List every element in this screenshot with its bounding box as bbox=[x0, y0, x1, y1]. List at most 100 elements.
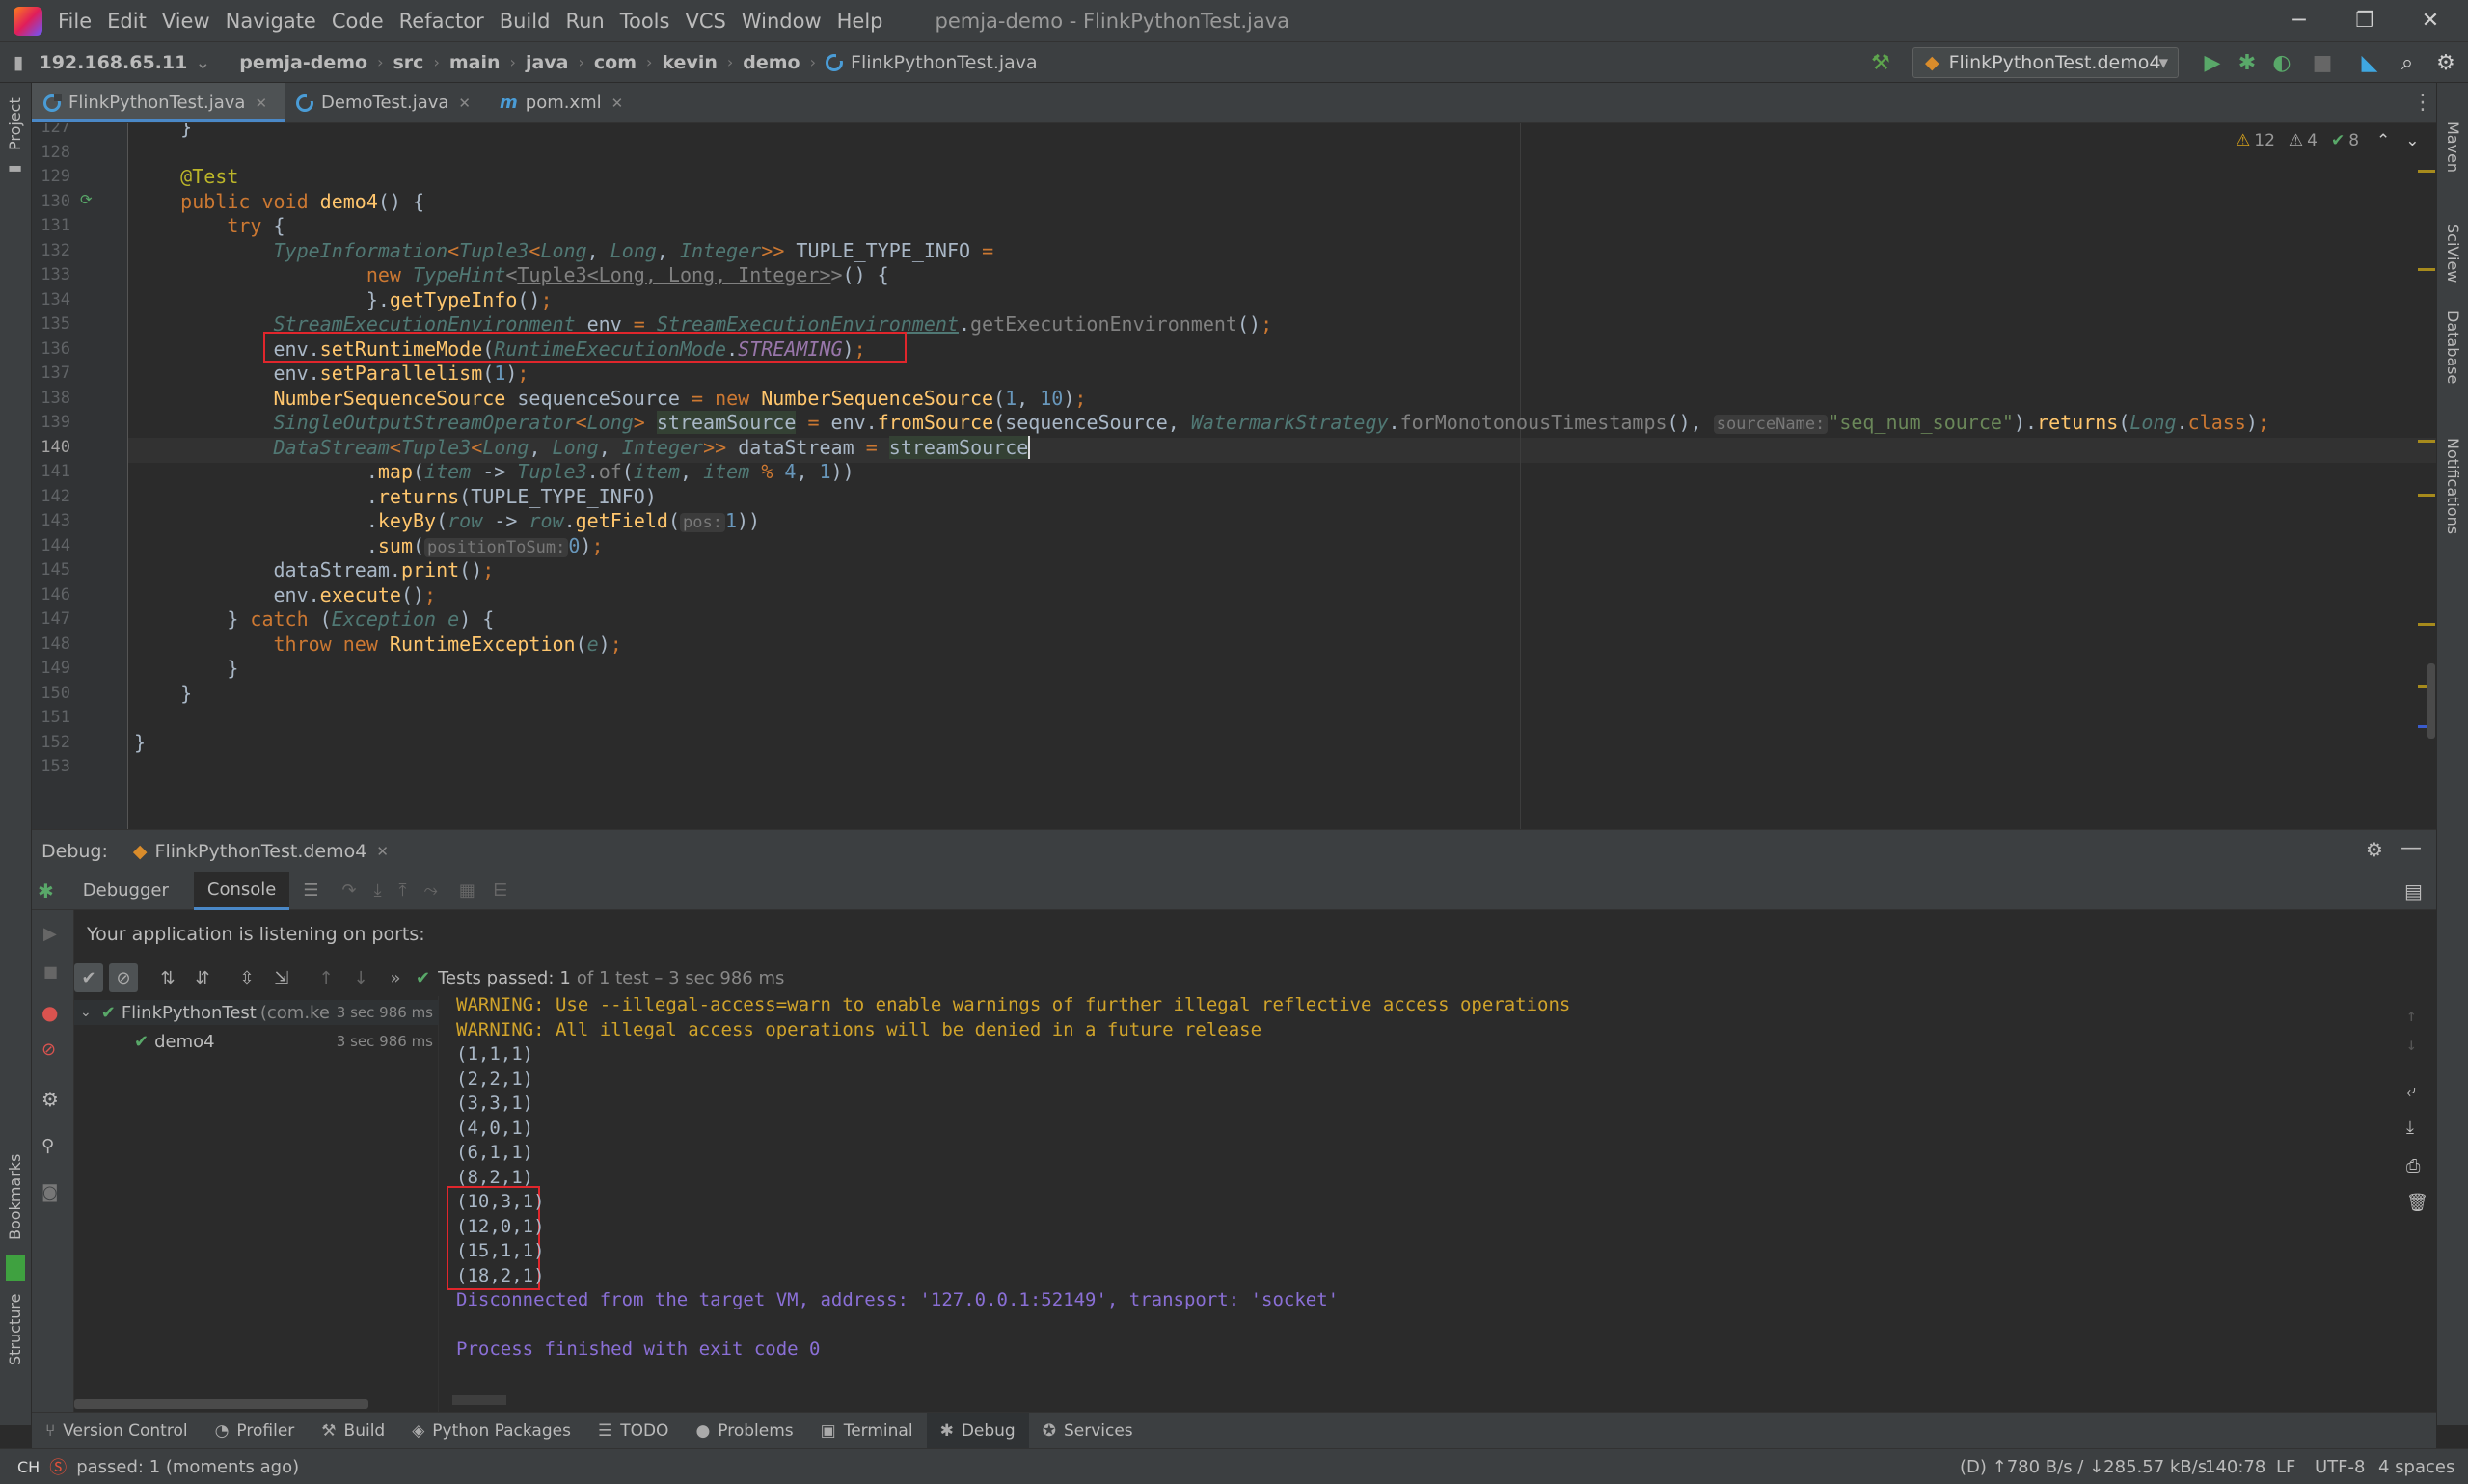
expand-all-icon[interactable]: ⇳ bbox=[232, 963, 261, 992]
down-arrow-icon[interactable]: ↓ bbox=[2406, 1035, 2417, 1055]
print-icon[interactable]: ⎙ bbox=[2406, 1156, 2420, 1176]
menu-lines-icon[interactable]: ☰ bbox=[303, 880, 318, 901]
jetbrains-client-icon[interactable]: ◣ bbox=[2358, 52, 2381, 75]
evaluate-icon[interactable]: ▦ bbox=[459, 880, 475, 901]
close-icon[interactable]: ✕ bbox=[376, 843, 389, 860]
line-number[interactable]: 135 bbox=[32, 312, 70, 337]
structure-tool-button[interactable]: Structure bbox=[6, 1294, 24, 1365]
tool-window-debug[interactable]: ✱ Debug bbox=[926, 1413, 1029, 1448]
indent-setting[interactable]: 4 spaces bbox=[2378, 1457, 2454, 1477]
line-number[interactable]: 131 bbox=[32, 214, 70, 239]
close-window-button[interactable]: ✕ bbox=[2400, 0, 2461, 41]
coverage-icon[interactable]: ◐ bbox=[2270, 52, 2293, 75]
pin-icon[interactable]: ⚲ bbox=[41, 1136, 54, 1156]
line-number[interactable]: 127 bbox=[32, 123, 70, 141]
run-test-gutter-icon[interactable]: ⟳ bbox=[80, 191, 93, 208]
breadcrumb-main[interactable]: main bbox=[449, 52, 501, 73]
chevron-down-icon[interactable]: ⌄ bbox=[195, 52, 210, 73]
menu-code[interactable]: Code bbox=[332, 10, 384, 33]
mute-breakpoints-icon[interactable]: ⊘ bbox=[41, 1039, 56, 1060]
line-number[interactable]: 144 bbox=[32, 534, 70, 559]
menu-tools[interactable]: Tools bbox=[620, 10, 670, 33]
editor-scrollbar[interactable] bbox=[2427, 663, 2435, 739]
code-editor[interactable]: 127 128 129 130 131 132 133 134 135 136 137 138 139 1… bbox=[32, 123, 2436, 829]
restore-button[interactable]: ❐ bbox=[2334, 0, 2396, 41]
tab-pom[interactable]: m pom.xml ✕ bbox=[488, 83, 640, 122]
line-number[interactable]: 149 bbox=[32, 657, 70, 682]
line-number[interactable]: 148 bbox=[32, 633, 70, 658]
line-number[interactable]: 143 bbox=[32, 509, 70, 534]
line-number[interactable]: 137 bbox=[32, 362, 70, 387]
stop-icon[interactable]: ■ bbox=[2311, 52, 2334, 75]
line-number[interactable]: 128 bbox=[32, 141, 70, 166]
file-encoding[interactable]: UTF-8 bbox=[2315, 1457, 2365, 1477]
run-configuration-select[interactable]: ◆ FlinkPythonTest.demo4 ▾ bbox=[1912, 47, 2179, 78]
scroll-to-end-icon[interactable]: ⤓ bbox=[2406, 1118, 2414, 1138]
remote-host[interactable]: 192.168.65.11 bbox=[39, 52, 187, 73]
gear-icon[interactable]: ⚙ bbox=[2434, 52, 2457, 75]
build-hammer-icon[interactable]: ⚒ bbox=[1869, 52, 1892, 75]
frames-icon[interactable]: ⋿ bbox=[493, 880, 508, 901]
menu-help[interactable]: Help bbox=[837, 10, 883, 33]
sciview-tool-button[interactable]: SciView bbox=[2444, 224, 2462, 283]
tool-window-build[interactable]: ⚒ Build bbox=[308, 1413, 398, 1448]
settings-icon[interactable]: ⚙ bbox=[41, 1088, 59, 1111]
stop-icon[interactable]: ■ bbox=[43, 962, 58, 981]
tool-window-python-packages[interactable]: ◈ Python Packages bbox=[398, 1413, 584, 1448]
line-number[interactable]: 136 bbox=[32, 337, 70, 363]
tool-window-services[interactable]: ✪ Services bbox=[1029, 1413, 1147, 1448]
line-number[interactable]: 129 bbox=[32, 165, 70, 190]
previous-test-icon[interactable]: ↑ bbox=[312, 963, 340, 992]
collapse-all-icon[interactable]: ⇲ bbox=[267, 963, 296, 992]
tree-scrollbar[interactable] bbox=[74, 1399, 368, 1409]
breadcrumb-project[interactable]: pemja-demo bbox=[239, 52, 367, 73]
minimize-panel-icon[interactable]: — bbox=[2400, 836, 2422, 860]
run-icon[interactable]: ▶ bbox=[2201, 52, 2224, 75]
line-number[interactable]: 141 bbox=[32, 460, 70, 485]
chevron-down-icon[interactable]: ⌄ bbox=[2405, 131, 2419, 150]
close-icon[interactable]: ✕ bbox=[458, 94, 471, 112]
tab-debugger[interactable]: Debugger bbox=[83, 880, 169, 901]
chevron-down-icon[interactable]: ⌄ bbox=[80, 1005, 92, 1020]
tool-window-version-control[interactable]: ⑂ Version Control bbox=[32, 1413, 202, 1448]
next-test-icon[interactable]: ↓ bbox=[346, 963, 375, 992]
tab-flinkpythontest[interactable]: FlinkPythonTest.java ✕ bbox=[32, 83, 285, 122]
line-number[interactable]: 138 bbox=[32, 387, 70, 412]
menu-file[interactable]: File bbox=[58, 10, 92, 33]
step-out-icon[interactable]: ⤒ bbox=[399, 880, 407, 901]
soft-wrap-icon[interactable]: ⤶ bbox=[2406, 1081, 2416, 1101]
run-to-cursor-icon[interactable]: ⤳ bbox=[424, 880, 438, 901]
line-number[interactable]: 133 bbox=[32, 263, 70, 288]
step-over-icon[interactable]: ↷ bbox=[341, 880, 356, 901]
line-number[interactable]: 150 bbox=[32, 682, 70, 707]
breadcrumb-src[interactable]: src bbox=[393, 52, 424, 73]
breadcrumb-kevin[interactable]: kevin bbox=[662, 52, 717, 73]
database-tool-button[interactable]: Database bbox=[2444, 310, 2462, 384]
show-ignored-icon[interactable]: ⊘ bbox=[109, 963, 138, 992]
menu-edit[interactable]: Edit bbox=[107, 10, 147, 33]
step-into-icon[interactable]: ⤓ bbox=[374, 880, 382, 901]
line-number[interactable]: 145 bbox=[32, 558, 70, 583]
menu-vcs[interactable]: VCS bbox=[685, 10, 725, 33]
line-number[interactable]: 152 bbox=[32, 731, 70, 756]
layout-icon[interactable]: ▤ bbox=[2404, 879, 2423, 903]
trash-icon[interactable]: 🗑 bbox=[2406, 1193, 2428, 1213]
menu-navigate[interactable]: Navigate bbox=[226, 10, 316, 33]
notifications-tool-button[interactable]: Notifications bbox=[2444, 438, 2462, 534]
menu-refactor[interactable]: Refactor bbox=[399, 10, 484, 33]
line-number[interactable]: 132 bbox=[32, 239, 70, 264]
menu-build[interactable]: Build bbox=[500, 10, 551, 33]
up-arrow-icon[interactable]: ↑ bbox=[2406, 1006, 2417, 1026]
line-number[interactable]: 134 bbox=[32, 288, 70, 313]
line-number[interactable]: 153 bbox=[32, 755, 70, 780]
tool-window-problems[interactable]: ● Problems bbox=[682, 1413, 806, 1448]
line-number[interactable]: 140 bbox=[32, 436, 70, 461]
breadcrumb-file[interactable]: FlinkPythonTest.java bbox=[851, 52, 1038, 73]
test-tree-row-method[interactable]: ✔ demo4 3 sec 986 ms bbox=[74, 1029, 439, 1054]
sort-duration-icon[interactable]: ⇵ bbox=[188, 963, 217, 992]
breadcrumb-com[interactable]: com bbox=[594, 52, 637, 73]
menu-window[interactable]: Window bbox=[742, 10, 822, 33]
search-icon[interactable]: ⌕ bbox=[2396, 52, 2419, 75]
inspection-widget[interactable]: ⚠ 12 ⚠ 4 ✔ 8 ⌃ ⌄ bbox=[2236, 131, 2420, 150]
tab-console[interactable]: Console bbox=[193, 871, 290, 910]
